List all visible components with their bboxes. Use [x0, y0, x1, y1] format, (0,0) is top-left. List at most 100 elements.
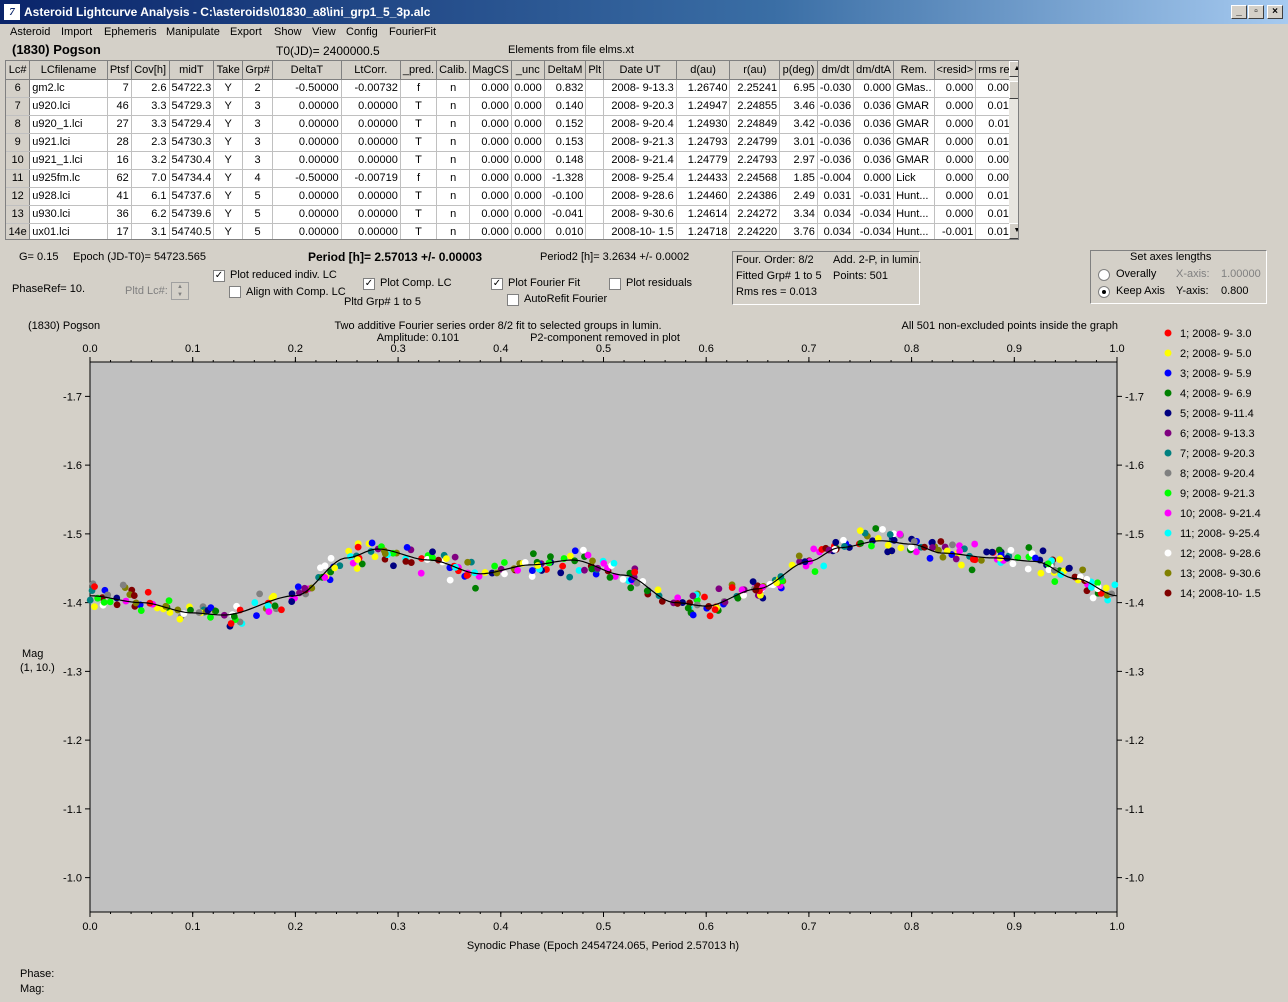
table-cell[interactable]: Lick — [893, 169, 935, 188]
table-cell[interactable]: -0.100 — [544, 187, 587, 206]
table-cell[interactable]: 2008- 9-30.6 — [603, 205, 677, 224]
table-cell[interactable]: 3 — [242, 115, 273, 134]
table-cell[interactable]: 0.000 — [511, 205, 545, 224]
table-cell[interactable]: 0.00000 — [341, 115, 401, 134]
table-cell[interactable]: 0.00000 — [272, 97, 342, 116]
table-cell[interactable]: n — [436, 187, 471, 206]
table-cell[interactable]: 1.24718 — [676, 223, 731, 239]
table-cell[interactable] — [585, 133, 605, 152]
table-cell[interactable]: 1.24460 — [676, 187, 731, 206]
table-cell[interactable]: u920_1.lci — [29, 115, 108, 134]
lightcurve-plot[interactable]: (1830) Pogson Two additive Fourier serie… — [18, 312, 1268, 962]
table-cell[interactable]: 0.000 — [934, 205, 977, 224]
table-cell[interactable]: 0.153 — [544, 133, 587, 152]
table-cell[interactable]: 7 — [107, 79, 132, 98]
table-cell[interactable]: 0.000 — [511, 169, 545, 188]
table-cell[interactable]: 1.24779 — [676, 151, 731, 170]
table-cell[interactable]: -0.50000 — [272, 79, 342, 98]
table-cell[interactable]: 6.1 — [131, 187, 170, 206]
column-header[interactable]: MagCS — [469, 61, 512, 80]
table-cell[interactable]: 0.000 — [853, 169, 895, 188]
column-header[interactable]: DeltaT — [272, 61, 342, 80]
close-button[interactable]: × — [1267, 5, 1283, 19]
table-cell[interactable]: -1.328 — [544, 169, 587, 188]
column-header[interactable]: Cov[h] — [131, 61, 170, 80]
table-cell[interactable]: 0.00000 — [272, 115, 342, 134]
row-header[interactable]: 12 — [6, 187, 31, 206]
table-cell[interactable]: 3.46 — [779, 97, 818, 116]
column-header[interactable]: LCfilename — [29, 61, 108, 80]
table-cell[interactable]: T — [400, 115, 438, 134]
column-header[interactable]: r(au) — [729, 61, 781, 80]
table-cell[interactable]: -0.031 — [853, 187, 895, 206]
row-header[interactable]: 8 — [6, 115, 31, 134]
table-cell[interactable]: T — [400, 133, 438, 152]
table-cell[interactable]: f — [400, 79, 438, 98]
table-cell[interactable]: 0.000 — [511, 115, 545, 134]
table-cell[interactable] — [585, 115, 605, 134]
table-cell[interactable]: 54737.6 — [169, 187, 215, 206]
table-cell[interactable] — [585, 151, 605, 170]
plot-residuals-checkbox[interactable] — [609, 278, 621, 290]
table-cell[interactable]: Y — [213, 115, 244, 134]
table-cell[interactable]: 2.24793 — [729, 151, 781, 170]
table-cell[interactable]: gm2.lc — [29, 79, 108, 98]
table-cell[interactable]: 3 — [242, 97, 273, 116]
table-cell[interactable]: -0.034 — [853, 205, 895, 224]
plot-fourier-checkbox[interactable]: ✓ — [491, 278, 503, 290]
table-cell[interactable]: 0.00000 — [272, 223, 342, 239]
table-cell[interactable]: 3 — [242, 151, 273, 170]
table-cell[interactable]: 2008- 9-20.4 — [603, 115, 677, 134]
row-header[interactable]: 11 — [6, 169, 31, 188]
table-row[interactable]: 8 u920_1.lci 27 3.3 54729.4 Y 3 0.00000 0.00000 T… — [6, 115, 1018, 134]
table-cell[interactable]: 0.00000 — [272, 187, 342, 206]
table-cell[interactable]: 0.000 — [934, 169, 977, 188]
table-cell[interactable]: 0.000 — [469, 169, 512, 188]
column-header[interactable]: Plt — [585, 61, 605, 80]
table-cell[interactable]: GMAR — [893, 115, 935, 134]
table-cell[interactable]: Hunt... — [893, 187, 935, 206]
table-cell[interactable]: -0.036 — [817, 115, 855, 134]
table-cell[interactable]: n — [436, 169, 471, 188]
table-cell[interactable]: 0.000 — [469, 133, 512, 152]
table-cell[interactable]: 0.000 — [469, 223, 512, 239]
table-cell[interactable]: 2008- 9-20.3 — [603, 97, 677, 116]
table-cell[interactable]: 1.24433 — [676, 169, 731, 188]
table-cell[interactable]: Y — [213, 223, 244, 239]
menu-show[interactable]: Show — [274, 26, 302, 38]
table-cell[interactable]: 0.000 — [469, 205, 512, 224]
table-cell[interactable]: 2008- 9-13.3 — [603, 79, 677, 98]
table-cell[interactable]: 5 — [242, 223, 273, 239]
table-cell[interactable]: 3.42 — [779, 115, 818, 134]
table-cell[interactable]: 0.148 — [544, 151, 587, 170]
table-cell[interactable]: u925fm.lc — [29, 169, 108, 188]
table-cell[interactable]: 36 — [107, 205, 132, 224]
table-cell[interactable]: 0.000 — [469, 97, 512, 116]
table-cell[interactable]: 0.000 — [469, 79, 512, 98]
table-cell[interactable]: 2008- 9-21.4 — [603, 151, 677, 170]
table-cell[interactable]: -0.001 — [934, 223, 977, 239]
table-cell[interactable]: 0.832 — [544, 79, 587, 98]
autorefit-checkbox[interactable] — [507, 294, 519, 306]
table-cell[interactable] — [585, 205, 605, 224]
table-cell[interactable] — [585, 79, 605, 98]
column-header[interactable]: _pred. — [400, 61, 438, 80]
table-cell[interactable]: 0.000 — [934, 79, 977, 98]
table-cell[interactable]: 54722.3 — [169, 79, 215, 98]
table-cell[interactable]: 2008- 9-28.6 — [603, 187, 677, 206]
column-header[interactable]: dm/dt — [817, 61, 855, 80]
table-cell[interactable]: 2008- 9-25.4 — [603, 169, 677, 188]
table-cell[interactable]: 0.036 — [853, 115, 895, 134]
table-cell[interactable]: -0.030 — [817, 79, 855, 98]
table-cell[interactable]: 7.0 — [131, 169, 170, 188]
table-cell[interactable]: n — [436, 223, 471, 239]
table-row[interactable]: 11 u925fm.lc 62 7.0 54734.4 Y 4 -0.50000 -0.0071… — [6, 169, 1018, 188]
table-cell[interactable]: Y — [213, 187, 244, 206]
table-cell[interactable]: -0.036 — [817, 133, 855, 152]
table-cell[interactable]: -0.041 — [544, 205, 587, 224]
table-cell[interactable]: 3 — [242, 133, 273, 152]
scroll-down-icon[interactable]: ▼ — [1009, 223, 1018, 239]
table-cell[interactable]: 0.034 — [817, 223, 855, 239]
column-header[interactable]: dm/dtA — [853, 61, 895, 80]
table-cell[interactable]: u920.lci — [29, 97, 108, 116]
